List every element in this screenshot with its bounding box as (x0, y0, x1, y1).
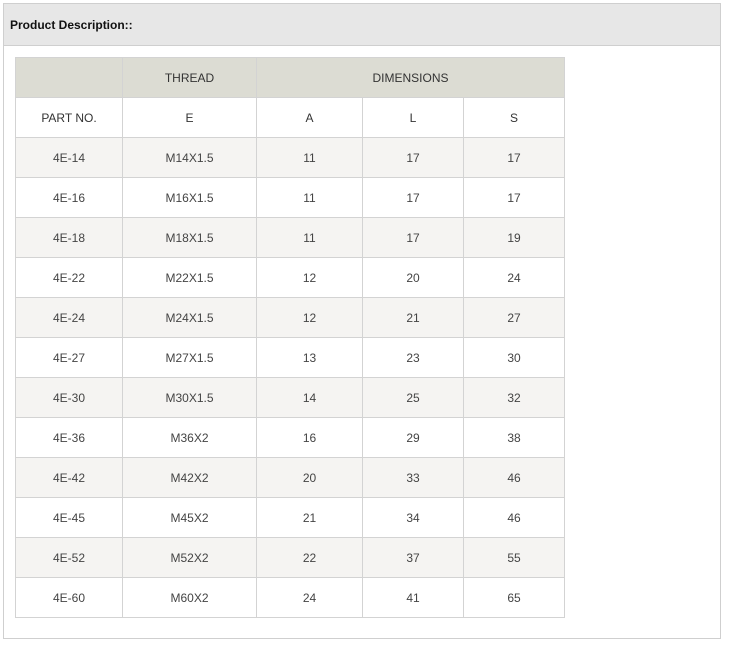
dimension-l-cell: 23 (362, 337, 464, 378)
thread-e-cell: M42X2 (122, 457, 257, 498)
group-header-dimensions: DIMENSIONS (256, 57, 565, 98)
group-header-row: THREAD DIMENSIONS (15, 57, 565, 98)
dimension-l-cell: 29 (362, 417, 464, 458)
thread-e-cell: M14X1.5 (122, 137, 257, 178)
dimension-a-cell: 12 (256, 297, 363, 338)
dimension-l-cell: 21 (362, 297, 464, 338)
dimension-s-cell: 17 (463, 137, 565, 178)
dimension-s-cell: 55 (463, 537, 565, 578)
part-no-cell: 4E-14 (15, 137, 123, 178)
table-row: 4E-16 M16X1.5 11 17 17 (15, 177, 565, 218)
dimension-a-cell: 14 (256, 377, 363, 418)
table-row: 4E-52 M52X2 22 37 55 (15, 537, 565, 578)
column-header-a: A (256, 97, 363, 138)
part-no-cell: 4E-30 (15, 377, 123, 418)
part-no-cell: 4E-16 (15, 177, 123, 218)
part-no-cell: 4E-60 (15, 577, 123, 618)
thread-e-cell: M30X1.5 (122, 377, 257, 418)
part-no-cell: 4E-52 (15, 537, 123, 578)
dimension-s-cell: 65 (463, 577, 565, 618)
group-header-thread: THREAD (122, 57, 257, 98)
thread-e-cell: M18X1.5 (122, 217, 257, 258)
dimension-a-cell: 24 (256, 577, 363, 618)
dimension-s-cell: 27 (463, 297, 565, 338)
dimension-s-cell: 32 (463, 377, 565, 418)
dimension-a-cell: 11 (256, 137, 363, 178)
dimension-a-cell: 16 (256, 417, 363, 458)
part-no-cell: 4E-27 (15, 337, 123, 378)
group-header-blank (15, 57, 123, 98)
dimension-a-cell: 11 (256, 217, 363, 258)
column-header-s: S (463, 97, 565, 138)
part-no-cell: 4E-36 (15, 417, 123, 458)
column-header-row: PART NO. E A L S (15, 97, 565, 138)
table-row: 4E-24 M24X1.5 12 21 27 (15, 297, 565, 338)
table-row: 4E-22 M22X1.5 12 20 24 (15, 257, 565, 298)
part-no-cell: 4E-24 (15, 297, 123, 338)
dimension-s-cell: 30 (463, 337, 565, 378)
thread-e-cell: M22X1.5 (122, 257, 257, 298)
part-no-cell: 4E-18 (15, 217, 123, 258)
column-header-part-no: PART NO. (15, 97, 123, 138)
column-header-l: L (362, 97, 464, 138)
part-no-cell: 4E-22 (15, 257, 123, 298)
dimension-s-cell: 17 (463, 177, 565, 218)
table-row: 4E-27 M27X1.5 13 23 30 (15, 337, 565, 378)
dimension-l-cell: 17 (362, 177, 464, 218)
table-row: 4E-42 M42X2 20 33 46 (15, 457, 565, 498)
thread-e-cell: M24X1.5 (122, 297, 257, 338)
table-row: 4E-60 M60X2 24 41 65 (15, 577, 565, 618)
dimension-s-cell: 46 (463, 457, 565, 498)
product-description-panel: Product Description:: THREAD DIMENSIONS … (3, 3, 721, 639)
thread-e-cell: M27X1.5 (122, 337, 257, 378)
column-header-e: E (122, 97, 257, 138)
part-no-cell: 4E-45 (15, 497, 123, 538)
thread-e-cell: M36X2 (122, 417, 257, 458)
thread-e-cell: M16X1.5 (122, 177, 257, 218)
specification-table: THREAD DIMENSIONS PART NO. E A L S 4E-14… (15, 57, 565, 618)
dimension-a-cell: 21 (256, 497, 363, 538)
dimension-l-cell: 34 (362, 497, 464, 538)
thread-e-cell: M52X2 (122, 537, 257, 578)
dimension-l-cell: 17 (362, 217, 464, 258)
dimension-a-cell: 13 (256, 337, 363, 378)
dimension-l-cell: 41 (362, 577, 464, 618)
table-row: 4E-30 M30X1.5 14 25 32 (15, 377, 565, 418)
dimension-l-cell: 33 (362, 457, 464, 498)
thread-e-cell: M45X2 (122, 497, 257, 538)
dimension-s-cell: 46 (463, 497, 565, 538)
panel-title: Product Description:: (4, 4, 720, 46)
dimension-a-cell: 11 (256, 177, 363, 218)
part-no-cell: 4E-42 (15, 457, 123, 498)
dimension-s-cell: 38 (463, 417, 565, 458)
table-row: 4E-14 M14X1.5 11 17 17 (15, 137, 565, 178)
dimension-a-cell: 12 (256, 257, 363, 298)
dimension-s-cell: 19 (463, 217, 565, 258)
dimension-s-cell: 24 (463, 257, 565, 298)
table-row: 4E-36 M36X2 16 29 38 (15, 417, 565, 458)
dimension-a-cell: 22 (256, 537, 363, 578)
dimension-l-cell: 17 (362, 137, 464, 178)
table-row: 4E-45 M45X2 21 34 46 (15, 497, 565, 538)
table-row: 4E-18 M18X1.5 11 17 19 (15, 217, 565, 258)
dimension-l-cell: 20 (362, 257, 464, 298)
dimension-l-cell: 37 (362, 537, 464, 578)
dimension-l-cell: 25 (362, 377, 464, 418)
thread-e-cell: M60X2 (122, 577, 257, 618)
dimension-a-cell: 20 (256, 457, 363, 498)
